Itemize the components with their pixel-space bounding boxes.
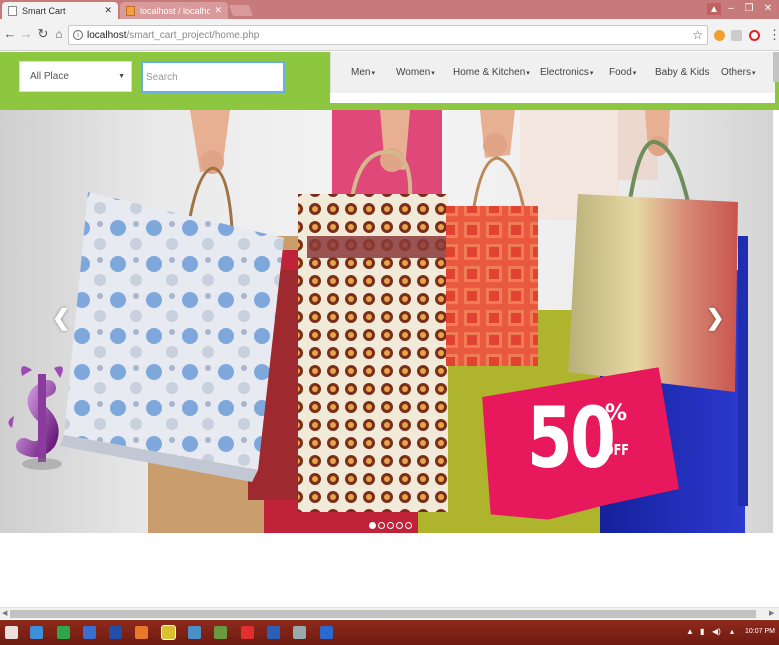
carousel-indicators <box>369 522 412 529</box>
home-icon[interactable]: ⌂ <box>52 27 66 41</box>
extension-icon[interactable] <box>714 30 725 41</box>
close-icon[interactable]: ✕ <box>104 5 112 16</box>
carousel-indicator[interactable] <box>396 522 403 529</box>
caret-down-icon: ▾ <box>632 70 637 77</box>
nav-item-label: Others <box>721 67 752 78</box>
caret-down-icon: ▾ <box>752 70 756 77</box>
search-input[interactable] <box>141 61 285 93</box>
category-nav: Men▾ Women▾ Home & Kitchen▾ Electronics▾ Foo… <box>330 52 775 93</box>
url-host: localhost <box>87 29 127 41</box>
app-icon[interactable] <box>214 626 227 639</box>
promo-off-label: OFF <box>604 441 629 459</box>
browser-toolbar: ← → ↻ ⌂ i localhost /smart_cart_project/… <box>0 19 779 51</box>
store-icon[interactable] <box>57 626 70 639</box>
back-icon[interactable]: ← <box>3 27 17 41</box>
media-icon[interactable] <box>109 626 122 639</box>
close-icon[interactable]: ✕ <box>214 5 222 16</box>
new-tab-button[interactable] <box>228 5 254 16</box>
carousel-indicator[interactable] <box>378 522 385 529</box>
nav-item-baby-kids[interactable]: Baby & Kids <box>655 67 709 78</box>
address-bar[interactable]: i localhost /smart_cart_project/home.php… <box>68 25 708 45</box>
info-icon[interactable]: i <box>73 30 83 40</box>
opera-icon[interactable] <box>749 30 760 41</box>
extension-icon[interactable] <box>731 30 742 41</box>
word-icon[interactable] <box>267 626 280 639</box>
vertical-scrollbar-thumb[interactable] <box>773 52 779 82</box>
carousel-indicator[interactable] <box>405 522 412 529</box>
volume-icon[interactable]: ◀) <box>712 627 721 636</box>
forward-icon[interactable]: → <box>19 27 33 41</box>
flag-icon[interactable]: ▴ <box>730 627 734 636</box>
carousel-next-icon[interactable]: ❯ <box>706 305 724 331</box>
caret-down-icon: ▾ <box>589 70 594 77</box>
caret-down-icon: ▾ <box>371 70 375 77</box>
nav-item-label: Food <box>609 67 632 78</box>
user-icon[interactable]: ▲ <box>707 3 721 15</box>
start-icon[interactable] <box>5 626 18 639</box>
promo-value: 50 <box>527 389 616 487</box>
editor-icon[interactable] <box>320 626 333 639</box>
close-window-icon[interactable]: ✕ <box>757 0 779 16</box>
tool-icon[interactable] <box>293 626 306 639</box>
hero-carousel: 50 % OFF ❮ ❯ <box>0 110 773 533</box>
chrome-icon[interactable] <box>161 625 176 640</box>
browser-titlebar: Smart Cart ✕ localhost / localhost | php… <box>0 0 779 19</box>
xampp-icon[interactable] <box>241 626 254 639</box>
network-icon[interactable]: ▮ <box>700 627 704 636</box>
clock: 10:07 PM <box>745 628 775 635</box>
phpmyadmin-icon <box>126 5 135 16</box>
tab-title: Smart Cart <box>22 5 66 16</box>
maximize-icon[interactable]: ❐ <box>741 0 757 16</box>
nav-item-electronics[interactable]: Electronics▾ <box>540 67 593 78</box>
nav-item-home-kitchen[interactable]: Home & Kitchen▾ <box>453 67 530 78</box>
files-icon[interactable] <box>188 626 201 639</box>
place-select[interactable]: All Place ▼ <box>19 61 132 92</box>
place-select-value: All Place <box>30 71 69 82</box>
promo-percent: % <box>605 401 628 426</box>
ie-icon[interactable] <box>30 626 43 639</box>
windows-taskbar: ▲ ▮ ◀) ▴ 10:07 PM <box>0 620 779 645</box>
carousel-indicator[interactable] <box>369 522 376 529</box>
page-viewport: All Place ▼ Men▾Women▾Home & Kitchen▾Ele… <box>0 52 779 620</box>
horizontal-scrollbar[interactable]: ◀ ▶ <box>0 607 779 619</box>
minimize-icon[interactable]: – <box>723 0 739 16</box>
menu-icon[interactable]: ⋮ <box>768 27 779 43</box>
nav-divider <box>330 93 775 103</box>
scroll-left-icon[interactable]: ◀ <box>2 608 7 620</box>
nav-item-label: Home & Kitchen <box>453 67 526 78</box>
nav-item-label: Women <box>396 67 431 78</box>
nav-item-label: Baby & Kids <box>655 67 710 78</box>
nav-item-men[interactable]: Men▾ <box>351 67 375 78</box>
nav-item-women[interactable]: Women▾ <box>396 67 435 78</box>
nav-item-others[interactable]: Others▾ <box>721 67 756 78</box>
tab-phpmyadmin[interactable]: localhost / localhost | php ✕ <box>120 2 228 19</box>
carousel-indicator[interactable] <box>387 522 394 529</box>
url-path: /smart_cart_project/home.php <box>126 29 260 41</box>
nav-item-label: Men <box>351 67 371 78</box>
header-accent-line <box>330 103 779 110</box>
nav-item-food[interactable]: Food▾ <box>609 67 636 78</box>
page-icon <box>8 5 17 16</box>
nav-item-label: Electronics <box>540 67 589 78</box>
tray-up-icon[interactable]: ▲ <box>686 627 694 636</box>
firefox-icon[interactable] <box>135 626 148 639</box>
caret-down-icon: ▾ <box>526 70 530 77</box>
tab-title: localhost / localhost | php <box>140 5 211 16</box>
scroll-right-icon[interactable]: ▶ <box>769 608 774 620</box>
reload-icon[interactable]: ↻ <box>36 27 50 41</box>
photos-icon[interactable] <box>83 626 96 639</box>
carousel-prev-icon[interactable]: ❮ <box>52 305 70 331</box>
chevron-down-icon: ▼ <box>118 73 125 80</box>
bookmark-star-icon[interactable]: ☆ <box>692 28 703 42</box>
horizontal-scrollbar-thumb[interactable] <box>10 610 756 618</box>
tab-smart-cart[interactable]: Smart Cart ✕ <box>2 2 118 19</box>
caret-down-icon: ▾ <box>431 70 435 77</box>
